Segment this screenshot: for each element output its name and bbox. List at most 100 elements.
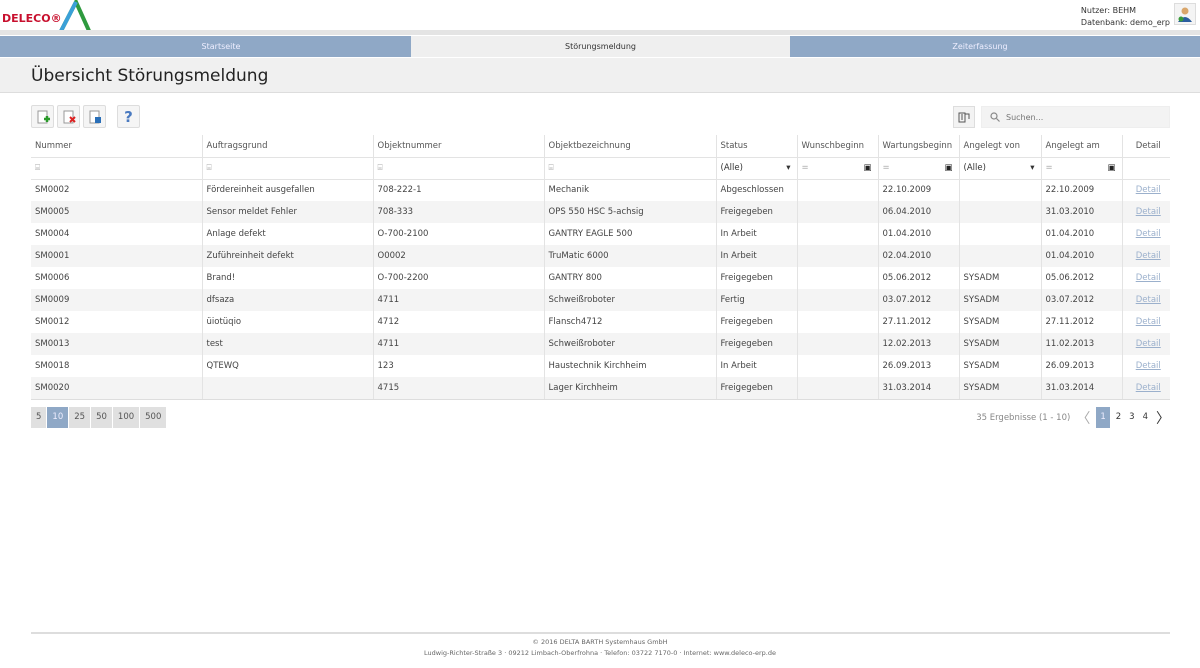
page-size-option[interactable]: 500 bbox=[140, 407, 167, 428]
cell: In Arbeit bbox=[716, 223, 798, 245]
detail-link[interactable]: Detail bbox=[1136, 317, 1161, 327]
cell bbox=[797, 267, 879, 289]
column-header[interactable]: Angelegt am bbox=[1041, 135, 1123, 158]
table-row[interactable]: SM0013 test 4711 Schweißroboter Freigegeben 1… bbox=[31, 333, 1170, 355]
column-chooser-button[interactable] bbox=[953, 106, 975, 128]
detail-link[interactable]: Detail bbox=[1136, 339, 1161, 349]
date-operator: = bbox=[882, 163, 890, 173]
cell: O0002 bbox=[373, 245, 545, 267]
filter-row: ⌸ ⌸ ⌸ ⌸ (Alle) ▾ = ▣ = ▣ (Alle) ▾ = ▣ bbox=[31, 157, 1170, 180]
cell: In Arbeit bbox=[716, 245, 798, 267]
cell: Haustechnik Kirchheim bbox=[544, 355, 717, 377]
filter-status[interactable]: (Alle) ▾ bbox=[716, 157, 798, 180]
table-row[interactable]: SM0004 Anlage defekt O-700-2100 GANTRY EAGL… bbox=[31, 223, 1170, 245]
user-avatar-button[interactable] bbox=[1174, 3, 1196, 25]
cell bbox=[797, 223, 879, 245]
table-row[interactable]: SM0018 QTEWQ 123 Haustechnik Kirchheim In Ar… bbox=[31, 355, 1170, 377]
page-link[interactable]: 4 bbox=[1141, 407, 1150, 428]
column-header[interactable]: Objektnummer bbox=[373, 135, 545, 158]
add-button[interactable] bbox=[31, 105, 54, 128]
table-row[interactable]: SM0001 Zuführeinheit defekt O0002 TruMatic … bbox=[31, 245, 1170, 267]
page-size-selector: 5 10 25 50 100 500 bbox=[31, 407, 167, 428]
detail-link[interactable]: Detail bbox=[1136, 229, 1161, 239]
calendar-icon[interactable]: ▣ bbox=[863, 163, 871, 173]
cell bbox=[797, 245, 879, 267]
table-row[interactable]: SM0012 üiotüqio 4712 Flansch4712 Freigegeben… bbox=[31, 311, 1170, 333]
page-link[interactable]: 1 bbox=[1096, 407, 1110, 428]
cell: 11.02.2013 bbox=[1041, 333, 1123, 355]
help-button[interactable]: ? bbox=[117, 105, 140, 128]
cell bbox=[959, 201, 1042, 223]
column-header[interactable]: Wartungsbeginn bbox=[878, 135, 960, 158]
tab-startseite[interactable]: Startseite bbox=[31, 36, 411, 57]
cell: SM0004 bbox=[31, 223, 203, 245]
cell: SM0020 bbox=[31, 377, 203, 400]
page-link[interactable]: 3 bbox=[1127, 407, 1136, 428]
column-header[interactable]: Detail bbox=[1122, 135, 1170, 158]
detail-link[interactable]: Detail bbox=[1136, 185, 1161, 195]
filter-wartungsbeginn[interactable]: = ▣ bbox=[878, 157, 960, 180]
page-link[interactable]: 2 bbox=[1114, 407, 1123, 428]
cell: 27.11.2012 bbox=[878, 311, 960, 333]
cell: SYSADM bbox=[959, 267, 1042, 289]
filter-objektbezeichnung[interactable]: ⌸ bbox=[544, 157, 717, 180]
tab-zeiterfassung[interactable]: Zeiterfassung bbox=[790, 36, 1170, 57]
delete-button[interactable] bbox=[57, 105, 80, 128]
filter-wunschbeginn[interactable]: = ▣ bbox=[797, 157, 879, 180]
filter-auftragsgrund[interactable]: ⌸ bbox=[202, 157, 374, 180]
filter-icon: ⌸ bbox=[35, 163, 41, 173]
cell: 22.10.2009 bbox=[878, 179, 960, 201]
column-header[interactable]: Nummer bbox=[31, 135, 203, 158]
user-label: Nutzer: BEHM bbox=[1080, 6, 1137, 15]
cell: Sensor meldet Fehler bbox=[202, 201, 374, 223]
edit-button[interactable] bbox=[83, 105, 106, 128]
table-row[interactable]: SM0020 4715 Lager Kirchheim Freigegeben 31.0… bbox=[31, 377, 1170, 400]
cell bbox=[959, 223, 1042, 245]
filter-icon: ⌸ bbox=[377, 163, 383, 173]
table-row[interactable]: SM0006 Brand! O-700-2200 GANTRY 800 Freigege… bbox=[31, 267, 1170, 289]
angelegt-von-filter-value: (Alle) bbox=[963, 163, 986, 173]
detail-link[interactable]: Detail bbox=[1136, 383, 1161, 393]
detail-link[interactable]: Detail bbox=[1136, 207, 1161, 217]
detail-link[interactable]: Detail bbox=[1136, 361, 1161, 371]
prev-page-icon[interactable]: 〈 bbox=[1076, 408, 1090, 428]
detail-link[interactable]: Detail bbox=[1136, 273, 1161, 283]
page-size-option[interactable]: 50 bbox=[91, 407, 112, 428]
column-header[interactable]: Objektbezeichnung bbox=[544, 135, 717, 158]
filter-angelegt-am[interactable]: = ▣ bbox=[1041, 157, 1123, 180]
search-input[interactable] bbox=[1006, 112, 1156, 122]
date-operator: = bbox=[1045, 163, 1053, 173]
cell: Schweißroboter bbox=[544, 289, 717, 311]
page-size-option[interactable]: 5 bbox=[31, 407, 47, 428]
column-header[interactable]: Angelegt von bbox=[959, 135, 1042, 158]
filter-icon: ⌸ bbox=[206, 163, 212, 173]
cell: 05.06.2012 bbox=[878, 267, 960, 289]
cell: Detail bbox=[1122, 355, 1170, 377]
detail-link[interactable]: Detail bbox=[1136, 295, 1161, 305]
cell: Detail bbox=[1122, 311, 1170, 333]
next-page-icon[interactable]: 〉 bbox=[1156, 408, 1170, 428]
table-row[interactable]: SM0009 dfsaza 4711 Schweißroboter Fertig 03.0… bbox=[31, 289, 1170, 311]
cell: 01.04.2010 bbox=[1041, 245, 1123, 267]
page-size-option[interactable]: 25 bbox=[69, 407, 91, 428]
page-size-option[interactable]: 10 bbox=[47, 407, 69, 428]
column-header[interactable]: Auftragsgrund bbox=[202, 135, 374, 158]
delete-document-icon bbox=[63, 110, 76, 123]
filter-angelegt-von[interactable]: (Alle) ▾ bbox=[959, 157, 1042, 180]
column-header[interactable]: Status bbox=[716, 135, 798, 158]
detail-link[interactable]: Detail bbox=[1136, 251, 1161, 261]
cell bbox=[959, 245, 1042, 267]
cell: Detail bbox=[1122, 179, 1170, 201]
calendar-icon[interactable]: ▣ bbox=[1107, 163, 1115, 173]
filter-objektnummer[interactable]: ⌸ bbox=[373, 157, 545, 180]
cell: SM0002 bbox=[31, 179, 203, 201]
search-box[interactable] bbox=[981, 106, 1170, 128]
tab-stoerungsmeldung[interactable]: Störungsmeldung bbox=[411, 36, 790, 57]
calendar-icon[interactable]: ▣ bbox=[944, 163, 952, 173]
table-row[interactable]: SM0005 Sensor meldet Fehler 708-333 OPS 550… bbox=[31, 201, 1170, 223]
cell: Lager Kirchheim bbox=[544, 377, 717, 400]
column-header[interactable]: Wunschbeginn bbox=[797, 135, 879, 158]
table-row[interactable]: SM0002 Fördereinheit ausgefallen 708-222-1… bbox=[31, 179, 1170, 201]
page-size-option[interactable]: 100 bbox=[112, 407, 140, 428]
filter-nummer[interactable]: ⌸ bbox=[31, 157, 203, 180]
